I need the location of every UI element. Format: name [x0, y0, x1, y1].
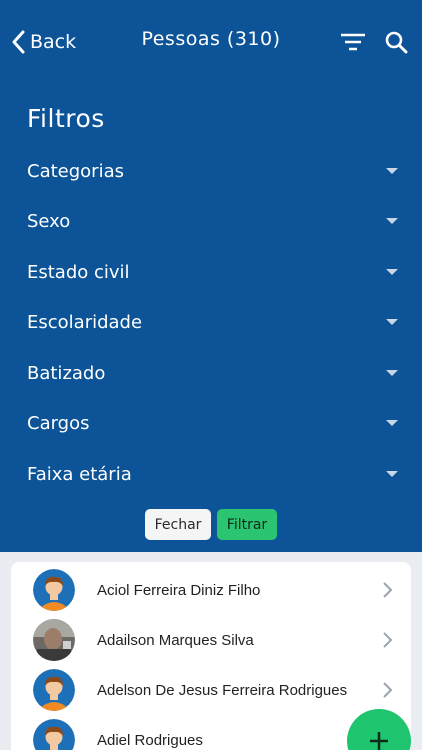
list-item[interactable]: Aciol Ferreira Diniz Filho	[11, 565, 411, 615]
list-item[interactable]: Adelson De Jesus Ferreira Rodrigues	[11, 665, 411, 715]
filter-label: Batizado	[27, 362, 106, 384]
caret-down-icon	[386, 168, 398, 174]
default-avatar	[33, 719, 75, 750]
person-name: Adailson Marques Silva	[97, 631, 254, 649]
filter-icon[interactable]	[338, 28, 368, 56]
photo-avatar	[33, 619, 75, 661]
filter-label: Estado civil	[27, 261, 130, 283]
close-button[interactable]: Fechar	[145, 509, 211, 540]
app-header: Back Pessoas (310)	[0, 18, 422, 66]
person-name: Adelson De Jesus Ferreira Rodrigues	[97, 681, 348, 699]
filter-label: Cargos	[27, 412, 90, 434]
people-list: Aciol Ferreira Diniz Filho Adailson Marq…	[11, 562, 411, 750]
filter-categorias[interactable]: Categorias	[27, 151, 402, 191]
chevron-right-icon	[383, 632, 393, 648]
filters-title: Filtros	[27, 104, 105, 133]
default-avatar	[33, 669, 75, 711]
caret-down-icon	[386, 420, 398, 426]
person-name: Aciol Ferreira Diniz Filho	[97, 581, 261, 599]
plus-icon	[370, 732, 388, 750]
default-avatar	[33, 569, 75, 611]
filter-label: Escolaridade	[27, 311, 143, 333]
filter-sexo[interactable]: Sexo	[27, 201, 402, 241]
filter-label: Sexo	[27, 210, 71, 232]
search-icon[interactable]	[381, 28, 411, 56]
filter-escolaridade[interactable]: Escolaridade	[27, 302, 402, 342]
filter-estado-civil[interactable]: Estado civil	[27, 252, 402, 292]
caret-down-icon	[386, 269, 398, 275]
filter-batizado[interactable]: Batizado	[27, 353, 402, 393]
chevron-right-icon	[383, 682, 393, 698]
filter-label: Categorias	[27, 160, 124, 182]
list-item[interactable]: Adailson Marques Silva	[11, 615, 411, 665]
caret-down-icon	[386, 471, 398, 477]
filter-cargos[interactable]: Cargos	[27, 403, 402, 443]
person-name: Adiel Rodrigues	[97, 731, 203, 749]
caret-down-icon	[386, 218, 398, 224]
chevron-right-icon	[383, 582, 393, 598]
filter-actions: Fechar Filtrar	[0, 509, 422, 541]
apply-filter-button[interactable]: Filtrar	[217, 509, 277, 540]
caret-down-icon	[386, 370, 398, 376]
caret-down-icon	[386, 319, 398, 325]
filter-faixa-etaria[interactable]: Faixa etária	[27, 454, 402, 494]
filter-label: Faixa etária	[27, 463, 132, 485]
